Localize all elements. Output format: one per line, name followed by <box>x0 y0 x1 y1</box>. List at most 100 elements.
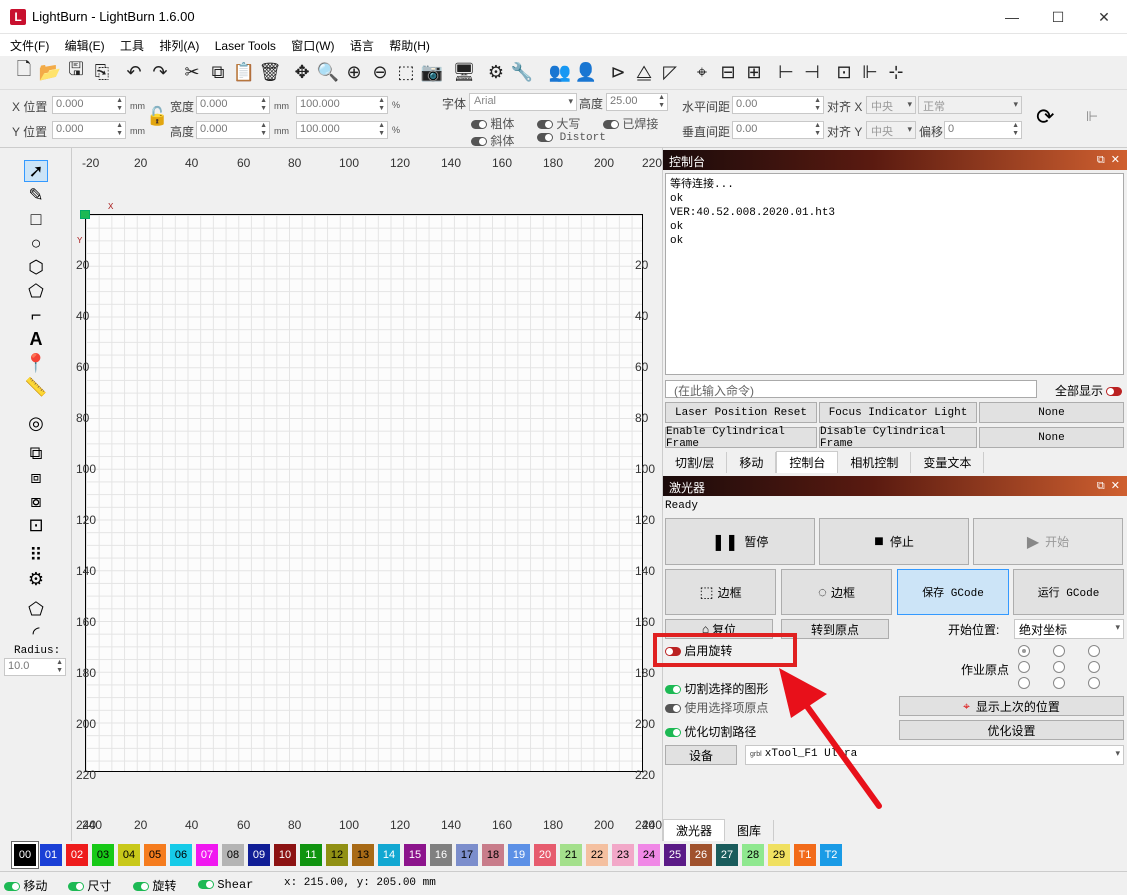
align-middle-icon[interactable]: ⊣ <box>800 60 824 84</box>
layer-color-swatch[interactable]: 23 <box>612 844 634 866</box>
cut-selected-toggle[interactable]: 切割选择的图形 <box>665 680 768 697</box>
menu-file[interactable]: 文件(F) <box>4 34 55 57</box>
minimize-button[interactable]: — <box>989 0 1035 34</box>
tab-cuts-layers[interactable]: 切割/层 <box>663 452 728 473</box>
pen-tool-icon[interactable]: ✎ <box>24 184 48 206</box>
scale-height-input[interactable]: 100.000 ▲ ▼ <box>296 121 388 139</box>
layer-color-swatch[interactable]: 14 <box>378 844 400 866</box>
origin-radio-mc[interactable] <box>1053 661 1065 673</box>
frame-select-icon[interactable]: ⬚ <box>394 60 418 84</box>
position-marker-icon[interactable]: 📍 <box>24 352 48 374</box>
goto-origin-button[interactable]: 转到原点 <box>781 619 889 639</box>
group-icon[interactable]: 👥 <box>548 60 572 84</box>
start-button[interactable]: ▶ 开始 <box>973 518 1123 565</box>
layer-color-swatch[interactable]: 12 <box>326 844 348 866</box>
dock-icon[interactable]: ⊡ <box>832 60 856 84</box>
start-from-select[interactable]: 绝对坐标 ▾ <box>1014 619 1124 639</box>
macro-enable-cylindrical-frame[interactable]: Enable Cylindrical Frame <box>665 426 817 450</box>
origin-radio-ml[interactable] <box>1018 661 1030 673</box>
distribute-icon[interactable]: ⊞ <box>742 60 766 84</box>
layer-color-swatch[interactable]: 18 <box>482 844 504 866</box>
close-button[interactable]: ✕ <box>1081 0 1127 34</box>
layer-color-swatch[interactable]: 29 <box>768 844 790 866</box>
fillet-icon[interactable]: ◜ <box>24 622 48 644</box>
layer-color-swatch[interactable]: 15 <box>404 844 426 866</box>
enable-rotary-toggle[interactable]: 启用旋转 <box>665 642 732 659</box>
weld-icon[interactable]: ⊡ <box>24 514 48 536</box>
font-select[interactable]: Arial ▾ <box>469 93 577 111</box>
shear-toggle[interactable]: Shear <box>198 877 253 892</box>
vspace-input[interactable]: 0.00 ▲ ▼ <box>732 121 824 139</box>
layer-color-swatch[interactable]: 04 <box>118 844 140 866</box>
layer-color-swatch[interactable]: 10 <box>274 844 296 866</box>
show-last-position-button[interactable]: ⌖ 显示上次的位置 <box>899 696 1124 716</box>
ellipse-tool-icon[interactable]: ○ <box>24 232 48 254</box>
layer-color-swatch[interactable]: 25 <box>664 844 686 866</box>
space-v-icon[interactable]: ⊹ <box>884 60 908 84</box>
pause-button[interactable]: ❚❚ 暂停 <box>665 518 815 565</box>
tab-console[interactable]: 控制台 <box>776 451 839 473</box>
y-position-input[interactable]: 0.000 ▲ ▼ <box>52 121 126 139</box>
lock-icon[interactable]: 🔓 <box>146 106 168 127</box>
cut-icon[interactable]: ✂ <box>180 60 204 84</box>
optimize-path-toggle[interactable]: 优化切割路径 <box>665 723 756 740</box>
copy-icon[interactable]: ⧉ <box>206 60 230 84</box>
zoom-fit-icon[interactable]: 🔍 <box>316 60 340 84</box>
layer-color-swatch[interactable]: 21 <box>560 844 582 866</box>
origin-radio-mr[interactable] <box>1088 661 1100 673</box>
boolean-intersect-icon[interactable]: ⧇ <box>24 490 48 512</box>
zoom-out-icon[interactable]: ⊖ <box>368 60 392 84</box>
more-toolbar-icon[interactable]: ⊩ <box>1086 108 1098 125</box>
hspace-input[interactable]: 0.00 ▲ ▼ <box>732 96 824 114</box>
macro-laser-position-reset[interactable]: Laser Position Reset <box>665 402 817 423</box>
layer-color-swatch[interactable]: 20 <box>534 844 556 866</box>
mirror-v-icon[interactable]: ⧋ <box>632 60 656 84</box>
new-file-icon[interactable]: 🗋 <box>12 59 36 84</box>
rotate-toggle[interactable]: 旋转 <box>133 877 176 894</box>
stop-button[interactable]: ■ 停止 <box>819 518 969 565</box>
bold-toggle[interactable]: 粗体 <box>471 115 514 132</box>
radius-input[interactable]: 10.0 ▲ ▼ <box>4 658 66 676</box>
camera-icon[interactable]: 📷 <box>420 60 444 84</box>
move-toggle[interactable]: 移动 <box>4 877 47 894</box>
origin-radio-tl[interactable] <box>1018 645 1030 657</box>
align-icon[interactable]: ⊟ <box>716 60 740 84</box>
font-height-input[interactable]: 25.00 ▲ ▼ <box>606 93 668 111</box>
reset-sync-icon[interactable]: ⟳ <box>1036 104 1054 130</box>
layer-color-swatch[interactable]: 09 <box>248 844 270 866</box>
frame-rect-button[interactable]: ⬚ 边框 <box>665 569 776 615</box>
scale-width-input[interactable]: 100.000 ▲ ▼ <box>296 96 388 114</box>
align-y-select[interactable]: 中央 ▾ <box>866 121 916 139</box>
layer-color-swatch[interactable]: 00 <box>12 842 38 868</box>
canvas-area[interactable]: X Y -20 20 40 60 80 100 120 140 160 180 200 220 240 2… <box>72 148 662 841</box>
layer-color-swatch[interactable]: 03 <box>92 844 114 866</box>
origin-radio-br[interactable] <box>1088 677 1100 689</box>
layer-color-swatch[interactable]: T2 <box>820 844 842 866</box>
text-tool-icon[interactable]: A <box>24 328 48 350</box>
layer-color-swatch[interactable]: 22 <box>586 844 608 866</box>
align-x-select[interactable]: 中央 ▾ <box>866 96 916 114</box>
settings-gear-icon[interactable]: ⚙ <box>484 60 508 84</box>
layer-color-swatch[interactable]: 24 <box>638 844 660 866</box>
tab-library[interactable]: 图库 <box>725 820 775 841</box>
open-folder-icon[interactable]: 📂 <box>38 60 62 84</box>
mirror-h-icon[interactable]: ⊳ <box>606 60 630 84</box>
align-center-icon[interactable]: ⊢ <box>774 60 798 84</box>
boolean-union-icon[interactable]: ⧉ <box>24 442 48 464</box>
rotate-icon[interactable]: ◸ <box>658 60 682 84</box>
layer-color-swatch[interactable]: 05 <box>144 844 166 866</box>
italic-toggle[interactable]: 斜体 <box>471 132 514 149</box>
origin-radio-bc[interactable] <box>1053 677 1065 689</box>
export-icon[interactable]: ⎘ <box>90 60 114 84</box>
measure-ruler-icon[interactable]: 📏 <box>24 376 48 398</box>
size-toggle[interactable]: 尺寸 <box>68 877 111 894</box>
zoom-in-icon[interactable]: ⊕ <box>342 60 366 84</box>
space-h-icon[interactable]: ⊩ <box>858 60 882 84</box>
menu-edit[interactable]: 编辑(E) <box>59 34 111 57</box>
origin-radio-tr[interactable] <box>1088 645 1100 657</box>
polygon-tool-icon[interactable]: ⬡ <box>24 256 48 278</box>
layer-color-swatch[interactable]: 08 <box>222 844 244 866</box>
grid-array-icon[interactable]: ⠿ <box>24 544 48 566</box>
welded-toggle[interactable]: 已焊接 <box>603 115 658 132</box>
macro-none-1[interactable]: None <box>979 402 1124 423</box>
